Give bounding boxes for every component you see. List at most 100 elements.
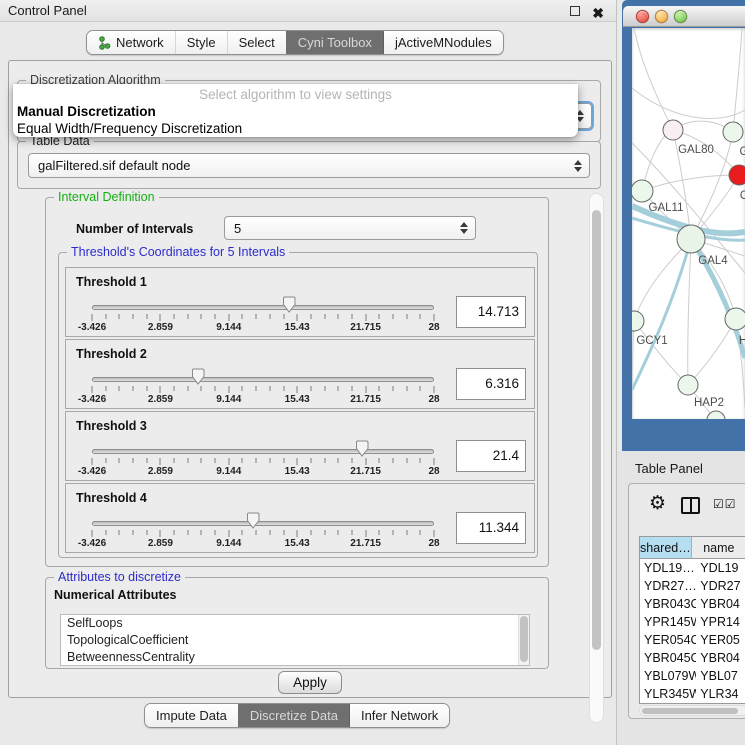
- list-item[interactable]: TopologicalCoefficient: [61, 632, 529, 649]
- table-row[interactable]: YDR27…YDR27: [640, 577, 745, 595]
- cell-name[interactable]: YBR04: [696, 649, 745, 667]
- threshold-slider-track[interactable]: [92, 305, 434, 310]
- network-node[interactable]: [678, 375, 698, 395]
- network-node[interactable]: [729, 165, 745, 185]
- table-row[interactable]: YLR345WYLR34: [640, 685, 745, 703]
- cyni-toolbox-content: Discretization Algorithm Table Data galF…: [8, 60, 612, 698]
- slider-ticks: [92, 458, 434, 465]
- algorithm-dropdown-popup: Select algorithm to view settings Manual…: [13, 84, 578, 137]
- table-row[interactable]: YIL052CYIL05: [640, 703, 745, 704]
- table-horizontal-scrollbar[interactable]: [639, 705, 745, 716]
- table-row[interactable]: YBR043CYBR04: [640, 595, 745, 613]
- threshold-slider-track[interactable]: [92, 377, 434, 382]
- threshold-panel: Threshold 3 -3.426 2.859 9.144 15.43 21: [65, 411, 535, 481]
- cell-name[interactable]: YDR27: [696, 577, 745, 595]
- network-node[interactable]: [723, 122, 743, 142]
- cell-name[interactable]: YDL19: [696, 559, 745, 577]
- column-header-shared-name[interactable]: shared…: [640, 537, 692, 558]
- cell-shared-name[interactable]: YDR27…: [640, 577, 696, 595]
- close-icon[interactable]: ✖: [592, 2, 604, 24]
- checkboxes-icon[interactable]: ☑☑: [713, 497, 737, 511]
- numerical-attributes-list[interactable]: SelfLoops TopologicalCoefficient Between…: [60, 614, 530, 666]
- group-title: Interval Definition: [54, 190, 159, 204]
- threshold-value-field[interactable]: 21.4: [456, 440, 526, 472]
- slider-tick-labels: -3.426 2.859 9.144 15.43 21.715 28: [92, 466, 434, 478]
- threshold-slider-thumb[interactable]: [246, 512, 259, 529]
- network-node[interactable]: [663, 120, 683, 140]
- dropdown-placeholder-option[interactable]: Select algorithm to view settings: [13, 86, 578, 103]
- tab-cyni-toolbox[interactable]: Cyni Toolbox: [286, 31, 383, 54]
- slider-ticks: [92, 314, 434, 321]
- cell-shared-name[interactable]: YBL079W: [640, 667, 696, 685]
- table-panel: Table Panel ⚙ ☑☑ shared… name YDL19…YDL1…: [617, 451, 745, 745]
- close-traffic-light-icon[interactable]: [636, 10, 649, 23]
- dropdown-option-manual[interactable]: Manual Discretization: [13, 103, 578, 120]
- tab-network[interactable]: Network: [87, 31, 175, 54]
- cell-shared-name[interactable]: YBR045C: [640, 649, 696, 667]
- tab-jactivemnodules[interactable]: jActiveMNodules: [383, 31, 503, 54]
- cell-shared-name[interactable]: YIL052C: [640, 703, 696, 704]
- threshold-slider-track[interactable]: [92, 449, 434, 454]
- zoom-traffic-light-icon[interactable]: [674, 10, 687, 23]
- minimize-traffic-light-icon[interactable]: [655, 10, 668, 23]
- threshold-value-field[interactable]: 11.344: [456, 512, 526, 544]
- cell-name[interactable]: YLR34: [696, 685, 745, 703]
- table-data-combo[interactable]: galFiltered.sif default node: [28, 153, 590, 178]
- cell-shared-name[interactable]: YLR345W: [640, 685, 696, 703]
- threshold-slider-thumb[interactable]: [356, 440, 369, 457]
- num-intervals-combo[interactable]: 5: [224, 216, 476, 240]
- table-row[interactable]: YPR145WYPR14: [640, 613, 745, 631]
- slider-tick-labels: -3.426 2.859 9.144 15.43 21.715 28: [92, 394, 434, 406]
- tab-impute-data[interactable]: Impute Data: [145, 704, 238, 727]
- table-row[interactable]: YER054CYER05: [640, 631, 745, 649]
- attributes-list-scrollbar[interactable]: [518, 615, 529, 665]
- scrollbar-thumb[interactable]: [642, 708, 738, 714]
- scrollbar-thumb[interactable]: [592, 210, 601, 650]
- threshold-slider-thumb[interactable]: [192, 368, 205, 385]
- dropdown-option-equal-width[interactable]: Equal Width/Frequency Discretization: [13, 120, 578, 137]
- list-item[interactable]: BetweennessCentrality: [61, 649, 529, 666]
- table-row[interactable]: YDL19…YDL19: [640, 559, 745, 577]
- cell-shared-name[interactable]: YER054C: [640, 631, 696, 649]
- cell-shared-name[interactable]: YDL19…: [640, 559, 696, 577]
- network-window-titlebar[interactable]: [623, 6, 745, 27]
- slider-ticks: [92, 530, 434, 537]
- cell-name[interactable]: YPR14: [696, 613, 745, 631]
- network-view-window: GAL80GCGAL11GAL4GCY1HHAP2: [622, 0, 745, 451]
- threshold-value-field[interactable]: 14.713: [456, 296, 526, 328]
- network-node[interactable]: [632, 180, 653, 202]
- cell-name[interactable]: YBL07: [696, 667, 745, 685]
- threshold-slider-track[interactable]: [92, 521, 434, 526]
- list-item[interactable]: SelfLoops: [61, 615, 529, 632]
- apply-button[interactable]: Apply: [278, 671, 342, 694]
- tab-infer-network[interactable]: Infer Network: [349, 704, 449, 727]
- tab-select[interactable]: Select: [227, 31, 286, 54]
- table-subpanel: ⚙ ☑☑ shared… name YDL19…YDL19YDR27…YDR27…: [628, 483, 745, 719]
- float-window-icon[interactable]: [570, 6, 580, 16]
- cell-shared-name[interactable]: YBR043C: [640, 595, 696, 613]
- table-row[interactable]: YBL079WYBL07: [640, 667, 745, 685]
- split-columns-icon[interactable]: [681, 497, 700, 514]
- table-data-combo-value: galFiltered.sif default node: [38, 158, 190, 173]
- tab-label: Select: [239, 35, 275, 50]
- cell-shared-name[interactable]: YPR145W: [640, 613, 696, 631]
- threshold-panel: Threshold 2 -3.426 2.859 9.144 15.43 21: [65, 339, 535, 409]
- network-canvas[interactable]: GAL80GCGAL11GAL4GCY1HHAP2: [632, 28, 745, 419]
- gear-icon[interactable]: ⚙: [649, 492, 666, 514]
- network-node-label: H: [739, 335, 745, 347]
- threshold-value-field[interactable]: 6.316: [456, 368, 526, 400]
- combo-arrows-icon: [574, 160, 582, 172]
- threshold-slider-thumb[interactable]: [283, 296, 296, 313]
- tab-discretize-data[interactable]: Discretize Data: [238, 704, 349, 727]
- network-node[interactable]: [677, 225, 705, 253]
- node-table[interactable]: shared… name YDL19…YDL19YDR27…YDR27YBR04…: [639, 536, 745, 704]
- network-node[interactable]: [632, 311, 644, 331]
- content-scrollbar[interactable]: [589, 193, 604, 723]
- network-node[interactable]: [725, 308, 745, 330]
- table-row[interactable]: YBR045CYBR04: [640, 649, 745, 667]
- tab-style[interactable]: Style: [175, 31, 227, 54]
- cell-name[interactable]: YER05: [696, 631, 745, 649]
- column-header-name[interactable]: name: [692, 537, 745, 558]
- cell-name[interactable]: YIL05: [696, 703, 745, 704]
- cell-name[interactable]: YBR04: [696, 595, 745, 613]
